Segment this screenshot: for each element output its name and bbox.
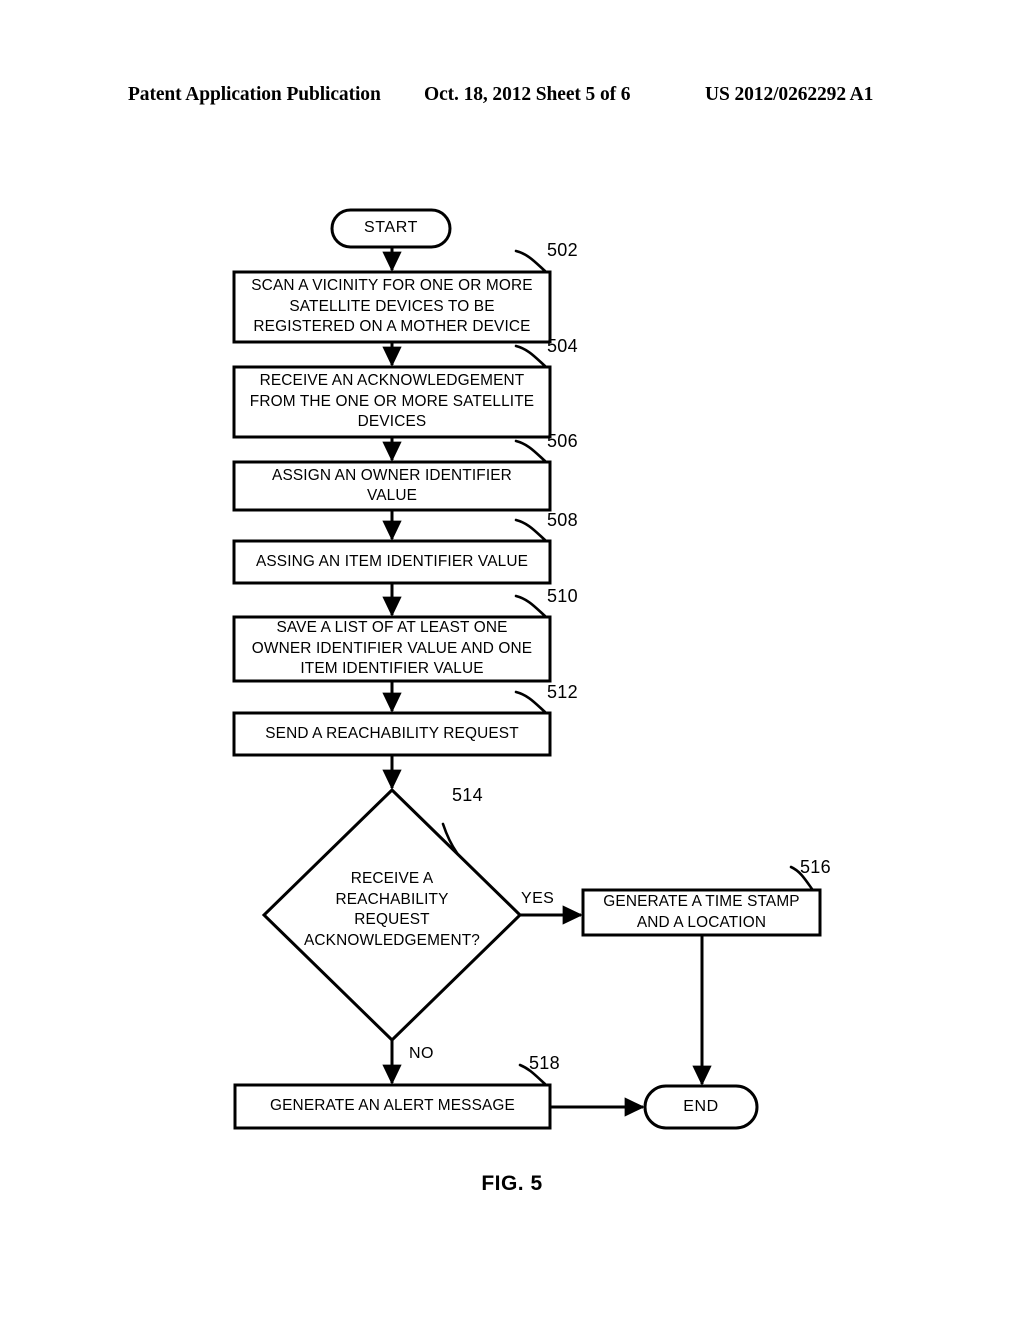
box-516-label: GENERATE A TIME STAMP AND A LOCATION xyxy=(603,893,800,931)
box-510-label: SAVE A LIST OF AT LEAST ONE OWNER IDENTI… xyxy=(251,619,533,678)
box-506-label: ASSIGN AN OWNER IDENTIFIER VALUE xyxy=(272,466,512,505)
start-terminator-label: START xyxy=(364,219,418,237)
branch-label-yes: YES xyxy=(521,890,555,907)
lead-line-504 xyxy=(514,344,547,368)
figure-caption: FIG. 5 xyxy=(481,1172,543,1195)
ref-number-504: 504 xyxy=(547,336,578,356)
lead-line-502 xyxy=(514,249,547,273)
ref-number-516: 516 xyxy=(800,857,831,877)
lead-line-506 xyxy=(514,439,547,463)
box-508-label: ASSING AN ITEM IDENTIFIER VALUE xyxy=(255,552,529,570)
branch-label-no: NO xyxy=(409,1045,434,1062)
end-terminator-label: END xyxy=(683,1097,719,1115)
ref-number-502: 502 xyxy=(547,240,578,260)
ref-number-518: 518 xyxy=(529,1053,560,1073)
flowchart-figure: START SCAN A VICINITY FOR ONE OR MORE SA… xyxy=(0,0,1024,1320)
lead-line-510 xyxy=(514,594,547,618)
decision-514-label: RECEIVE A REACHABILITY REQUEST ACKNOWLED… xyxy=(304,870,480,949)
ref-number-512: 512 xyxy=(547,682,578,702)
box-504-label: RECEIVE AN ACKNOWLEDGEMENT FROM THE ONE … xyxy=(249,372,535,431)
ref-number-514: 514 xyxy=(452,785,483,805)
lead-line-508 xyxy=(514,518,547,542)
lead-line-512 xyxy=(514,690,547,714)
box-502-label: SCAN A VICINITY FOR ONE OR MORE SATELLIT… xyxy=(251,277,533,336)
ref-number-510: 510 xyxy=(547,586,578,606)
ref-number-508: 508 xyxy=(547,510,578,530)
ref-number-506: 506 xyxy=(547,431,578,451)
box-512-label: SEND A REACHABILITY REQUEST xyxy=(265,724,519,742)
box-518-label: GENERATE AN ALERT MESSAGE xyxy=(270,1097,515,1115)
